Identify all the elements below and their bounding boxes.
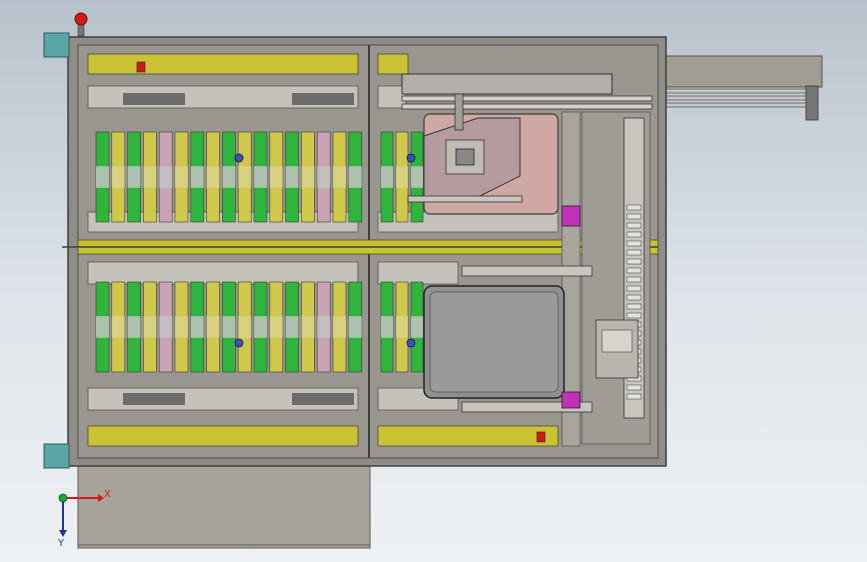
sensor-marker <box>234 153 244 163</box>
roller-band <box>396 316 408 338</box>
gantry-rail <box>401 95 653 102</box>
roller-band <box>285 316 299 338</box>
roller-band <box>317 316 331 338</box>
actuator-carriage-detail <box>601 329 633 353</box>
sensor-marker <box>406 153 416 163</box>
roller-band <box>333 316 346 338</box>
gantry-drop-arm <box>454 93 464 131</box>
roller-band <box>254 166 267 188</box>
roller-band <box>159 166 173 188</box>
x-axis-label: X <box>104 489 111 500</box>
roller-band <box>143 166 157 188</box>
red-cap <box>136 61 146 73</box>
emergency-stop-post <box>77 23 85 37</box>
actuator-tooth <box>626 393 642 400</box>
actuator-tooth <box>626 222 642 229</box>
roller-band <box>175 166 188 188</box>
red-cap <box>536 431 546 443</box>
roller-band <box>269 316 283 338</box>
gantry-beam <box>401 73 613 95</box>
roller-band <box>143 316 157 338</box>
roller-group-lower-left <box>95 281 363 373</box>
mounting-block-top-left <box>43 32 70 58</box>
roller-band <box>348 166 362 188</box>
sensor-marker <box>234 338 244 348</box>
roller-band <box>111 166 125 188</box>
roller-band <box>411 166 423 188</box>
actuator-tooth <box>626 384 642 391</box>
bottom-yellow-panel <box>87 425 359 447</box>
actuator-tooth <box>626 312 642 319</box>
lower-cross-rail <box>461 265 593 277</box>
roller-band <box>317 166 331 188</box>
lower-skirt-panel <box>77 462 371 549</box>
actuator-tooth <box>626 231 642 238</box>
actuator-tooth <box>626 267 642 274</box>
roller-band <box>301 166 315 188</box>
top-yellow-panel <box>87 53 359 75</box>
roller-band <box>111 316 125 338</box>
roller-band <box>96 166 109 188</box>
roller-band <box>381 316 393 338</box>
roller-group-lower-right <box>380 281 424 373</box>
roller-band <box>175 316 188 338</box>
actuator-tooth <box>626 213 642 220</box>
roller-band <box>206 166 220 188</box>
roller-band <box>381 166 393 188</box>
side-extension-arm <box>664 55 823 88</box>
roller-band <box>396 166 408 188</box>
roller-band <box>190 316 204 338</box>
side-extension-rail <box>664 102 816 108</box>
pallet-plate-lower-inner <box>429 291 559 393</box>
roller-band <box>301 316 315 338</box>
gripper-hub-core <box>455 148 475 166</box>
roller-band <box>333 166 346 188</box>
bottom-yellow-panel-right <box>377 425 559 447</box>
roller-band <box>269 166 283 188</box>
y-axis-label: Y <box>57 538 65 549</box>
gantry-rail <box>401 103 653 110</box>
side-extension-end <box>805 85 819 121</box>
actuator-tooth <box>626 249 642 256</box>
actuator-tooth <box>626 303 642 310</box>
roller-band <box>206 316 220 338</box>
actuator-tooth <box>626 276 642 283</box>
roller-band <box>285 166 299 188</box>
cad-viewport[interactable]: X Y <box>0 0 867 562</box>
sensor-marker <box>406 338 416 348</box>
top-yellow-panel-right <box>377 53 409 75</box>
magenta-stopper <box>561 391 581 409</box>
roller-band <box>411 316 423 338</box>
emergency-stop-knob <box>74 12 88 26</box>
actuator-tooth <box>626 204 642 211</box>
actuator-tooth <box>626 240 642 247</box>
side-extension-rail <box>664 95 816 101</box>
actuator-tooth <box>626 285 642 292</box>
actuator-tooth <box>626 294 642 301</box>
roller-band <box>348 316 362 338</box>
roller-band <box>222 166 236 188</box>
roller-band <box>222 316 236 338</box>
actuator-tooth <box>626 258 642 265</box>
side-extension-rail <box>664 88 816 94</box>
magenta-stopper <box>561 205 581 227</box>
roller-band <box>190 166 204 188</box>
conveyor-assembly-drawing: X Y <box>43 12 823 549</box>
roller-group-upper-left <box>95 131 363 223</box>
roller-band <box>254 316 267 338</box>
roller-band <box>238 166 252 188</box>
roller-band <box>159 316 173 338</box>
mounting-block-bottom-left <box>43 443 70 469</box>
roller-band <box>96 316 109 338</box>
roller-group-upper-right <box>380 131 424 223</box>
roller-band <box>127 166 141 188</box>
roller-band <box>127 316 141 338</box>
roller-band <box>238 316 252 338</box>
gripper-crossbar <box>407 195 523 203</box>
